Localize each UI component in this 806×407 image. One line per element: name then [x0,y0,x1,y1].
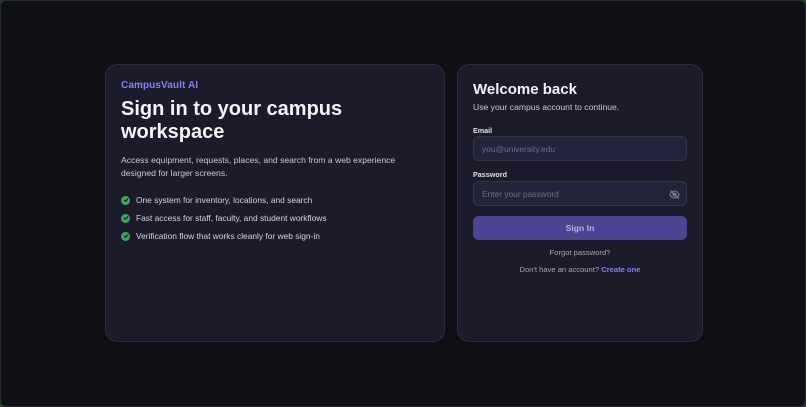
feature-text: Fast access for staff, faculty, and stud… [136,213,327,223]
app-window: CampusVault AI Sign in to your campus wo… [0,0,806,407]
list-item: Verification flow that works cleanly for… [121,227,327,245]
feature-text: One system for inventory, locations, and… [136,195,313,205]
signin-panel: Welcome back Use your campus account to … [457,64,703,342]
check-circle-icon [121,195,130,205]
eye-off-icon[interactable] [668,189,680,199]
check-circle-icon [121,231,130,241]
signin-title: Welcome back [473,81,577,98]
brand-name: CampusVault AI [121,80,199,91]
intro-panel: CampusVault AI Sign in to your campus wo… [105,64,445,342]
signup-prompt-row: Don't have an account? Create one [473,265,687,274]
forgot-password-link[interactable]: Forgot password? [473,248,687,257]
sign-in-button[interactable]: Sign In [473,216,687,240]
feature-list: One system for inventory, locations, and… [121,191,327,245]
list-item: Fast access for staff, faculty, and stud… [121,209,327,227]
list-item: One system for inventory, locations, and… [121,191,327,209]
feature-text: Verification flow that works cleanly for… [136,231,320,241]
signup-prompt: Don't have an account? [519,265,600,274]
check-circle-icon [121,213,130,223]
email-field[interactable] [473,136,687,161]
password-label: Password [473,170,507,179]
password-field[interactable] [473,181,687,206]
create-account-link[interactable]: Create one [601,265,640,274]
signin-subtitle: Use your campus account to continue. [473,102,620,112]
page-title: Sign in to your campus workspace [121,98,343,143]
hero-description: Access equipment, requests, places, and … [121,155,396,178]
email-label: Email [473,126,493,135]
